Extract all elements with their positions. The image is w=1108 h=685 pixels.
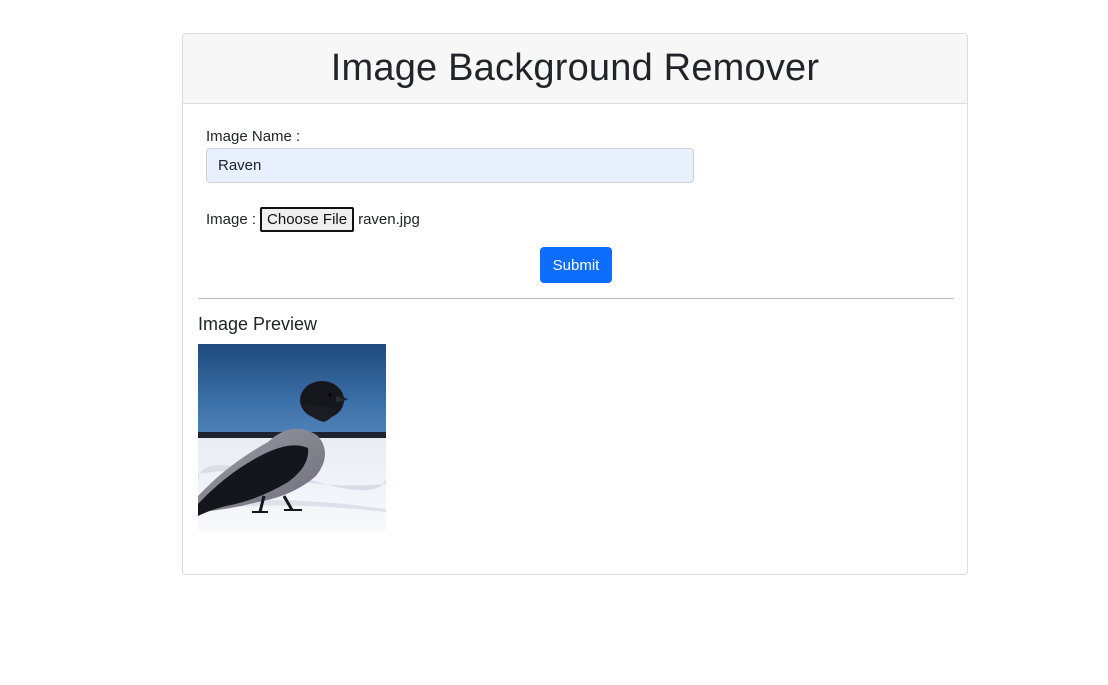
- choose-file-button[interactable]: Choose File: [260, 207, 355, 232]
- image-preview: [198, 344, 386, 531]
- selected-file-name: raven.jpg: [358, 211, 420, 228]
- submit-button[interactable]: Submit: [540, 247, 612, 283]
- divider: [198, 298, 954, 299]
- raven-photo: [198, 344, 386, 531]
- image-name-input[interactable]: [206, 148, 694, 183]
- card-header: Image Background Remover: [183, 34, 967, 104]
- image-label: Image :: [206, 211, 257, 228]
- remover-card: Image Background Remover Image Name : Im…: [182, 33, 968, 575]
- file-row: Image : Choose File raven.jpg: [206, 207, 420, 232]
- page-title: Image Background Remover: [330, 47, 820, 89]
- image-name-label: Image Name :: [206, 128, 301, 145]
- preview-title: Image Preview: [198, 314, 318, 334]
